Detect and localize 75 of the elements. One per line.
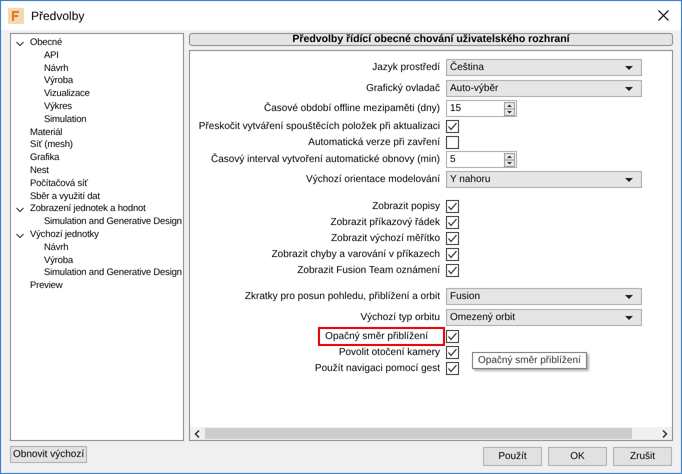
- tree-item[interactable]: Simulation and Generative Design: [44, 267, 182, 280]
- scroll-left-icon[interactable]: [194, 430, 200, 438]
- dropdown-arrow-icon: [625, 66, 633, 70]
- dialog-button[interactable]: Použít: [483, 447, 542, 466]
- checkbox[interactable]: [446, 346, 459, 358]
- checkbox[interactable]: [446, 330, 459, 342]
- tree-item[interactable]: Materiál: [30, 126, 62, 140]
- tree-item[interactable]: Síť (mesh): [30, 139, 73, 152]
- spinner-arrows-icon[interactable]: [504, 102, 515, 116]
- tree-item[interactable]: Preview: [30, 280, 62, 293]
- checkbox[interactable]: [446, 264, 459, 276]
- setting-label: Zkratky pro posun pohledu, přiblížení a orbit: [244, 290, 441, 303]
- checkbox[interactable]: [446, 362, 459, 374]
- setting-label: Přeskočit vytváření spouštěcích položek při aktualizaci: [198, 120, 441, 132]
- checkbox[interactable]: [446, 136, 459, 148]
- dialog-button[interactable]: OK: [548, 447, 607, 466]
- setting-label: Výchozí typ orbitu: [360, 311, 441, 324]
- setting-label: Zobrazit Fusion Team oznámení: [296, 264, 441, 276]
- tree-item[interactable]: API: [44, 50, 59, 63]
- close-icon[interactable]: [658, 10, 669, 21]
- window-title: Předvolby: [31, 8, 86, 22]
- setting-label: Zobrazit chyby a varování v příkazech: [270, 248, 441, 260]
- checkbox[interactable]: [446, 200, 459, 212]
- tree-item[interactable]: Počítačová síť: [30, 178, 88, 191]
- tree-item[interactable]: Sběr a využití dat: [30, 190, 100, 204]
- spinner-field[interactable]: 5: [446, 151, 517, 168]
- spinner-arrows-icon[interactable]: [504, 152, 515, 166]
- chevron-icon[interactable]: [16, 207, 24, 214]
- tree-item[interactable]: Grafika: [30, 152, 60, 165]
- setting-label: Jazyk prostředí: [371, 61, 441, 74]
- checkbox[interactable]: [446, 120, 459, 132]
- tree-item[interactable]: Výchozí jednotky: [30, 228, 99, 242]
- tree-item[interactable]: Návrh: [44, 242, 68, 255]
- spinner-field[interactable]: 15: [446, 100, 517, 117]
- setting-label: Výchozí orientace modelování: [305, 173, 441, 186]
- tree-item[interactable]: Nest: [30, 164, 49, 178]
- tree-item[interactable]: Návrh: [44, 62, 68, 76]
- setting-label: Použít navigaci pomocí gest: [314, 362, 441, 374]
- setting-label: Zobrazit výchozí měřítko: [330, 232, 441, 244]
- setting-label: Časový interval vytvoření automatické obnovy (min): [210, 153, 441, 166]
- scroll-right-icon[interactable]: [662, 430, 668, 438]
- dropdown-arrow-icon: [625, 294, 633, 298]
- setting-label: Zobrazit příkazový řádek: [330, 216, 441, 228]
- tree-item[interactable]: Obecné: [30, 37, 62, 50]
- dropdown-arrow-icon: [625, 316, 633, 320]
- tree-item[interactable]: Výroba: [44, 254, 73, 268]
- setting-label: Opačný směr přiblížení: [321, 330, 442, 342]
- setting-label: Zobrazit popisy: [371, 200, 441, 212]
- tree-item[interactable]: Zobrazení jednotek a hodnot: [30, 203, 146, 216]
- checkbox[interactable]: [446, 248, 459, 260]
- dropdown[interactable]: Y nahoru: [446, 171, 642, 188]
- tree-item[interactable]: Výkres: [44, 100, 72, 114]
- dropdown-arrow-icon: [625, 178, 633, 182]
- app-logo-icon: [8, 8, 24, 24]
- setting-label: Časové období offline mezipaměti (dny): [262, 102, 441, 115]
- checkbox[interactable]: [446, 216, 459, 228]
- tree-item[interactable]: Simulation and Generative Design: [44, 216, 182, 229]
- setting-label: Grafický ovladač: [365, 82, 441, 95]
- tree-item[interactable]: Výroba: [44, 75, 73, 88]
- dialog-button[interactable]: Zrušit: [613, 447, 672, 466]
- dropdown[interactable]: Fusion: [446, 288, 642, 305]
- chevron-icon[interactable]: [16, 232, 24, 239]
- chevron-icon[interactable]: [16, 41, 24, 47]
- tooltip: Opačný směr přiblížení: [472, 352, 587, 369]
- setting-label: Povolit otočení kamery: [338, 346, 441, 358]
- reset-defaults-button[interactable]: Obnovit výchozí: [10, 446, 88, 463]
- dropdown[interactable]: Omezený orbit: [446, 309, 642, 326]
- dropdown[interactable]: Čeština: [446, 59, 642, 76]
- dropdown[interactable]: Auto-výběr: [446, 80, 642, 97]
- panel-header: Předvolby řídící obecné chování uživatelského rozhraní: [189, 33, 673, 46]
- dropdown-arrow-icon: [625, 86, 633, 90]
- setting-label: Automatická verze při zavření: [307, 136, 441, 148]
- tree-item[interactable]: Vizualizace: [44, 88, 90, 101]
- checkbox[interactable]: [446, 232, 459, 244]
- tree-item[interactable]: Simulation: [44, 114, 86, 127]
